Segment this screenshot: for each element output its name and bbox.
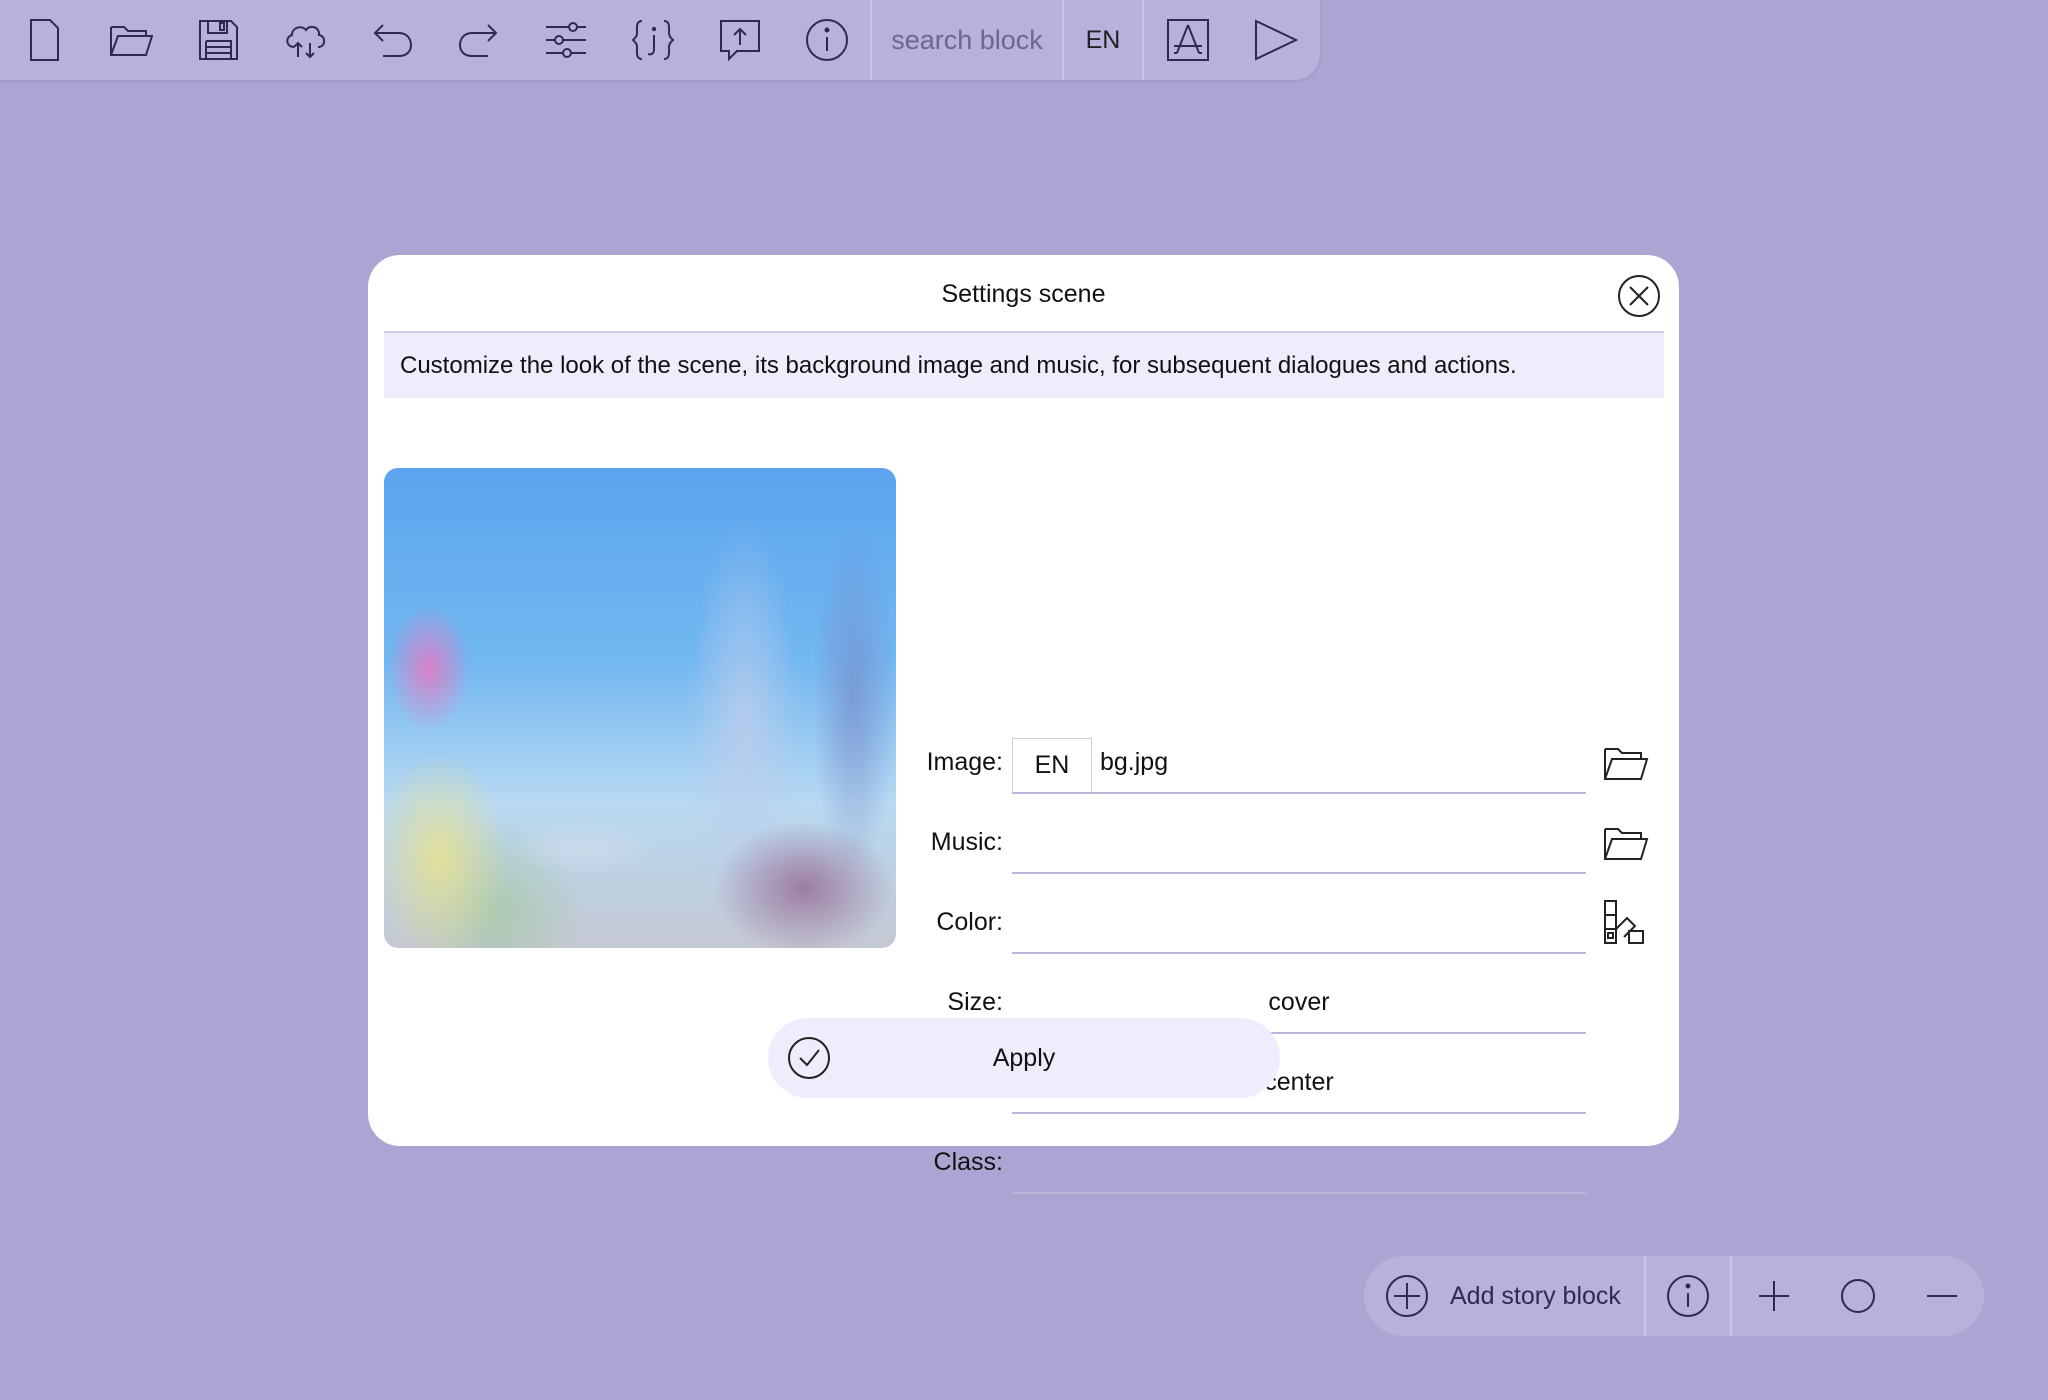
- dialog-title: Settings scene: [941, 279, 1106, 308]
- dialog-description: Customize the look of the scene, its bac…: [384, 331, 1664, 398]
- bottom-info-button[interactable]: [1646, 1256, 1730, 1336]
- play-button[interactable]: [1231, 0, 1318, 80]
- check-circle-icon: [786, 1035, 832, 1081]
- redo-button[interactable]: [435, 0, 522, 80]
- image-language-chip[interactable]: EN: [1012, 738, 1092, 794]
- class-field: [1012, 1132, 1586, 1194]
- cloud-sync-button[interactable]: [261, 0, 348, 80]
- top-toolbar: EN: [0, 0, 1320, 80]
- music-field: [1012, 812, 1586, 874]
- class-label: Class:: [933, 1147, 1003, 1176]
- cloud-sync-icon: [285, 25, 325, 59]
- json-button[interactable]: [609, 0, 696, 80]
- apply-button[interactable]: Apply: [768, 1018, 1280, 1098]
- color-field: [1012, 892, 1586, 954]
- close-icon: [1618, 275, 1660, 317]
- open-folder-icon: [109, 26, 153, 56]
- color-palette-icon: [1604, 900, 1644, 944]
- new-file-button[interactable]: [0, 0, 87, 80]
- close-button[interactable]: [1617, 274, 1661, 318]
- undo-icon: [373, 24, 412, 57]
- share-button[interactable]: [696, 0, 783, 80]
- zoom-out-button[interactable]: [1900, 1256, 1984, 1336]
- build-button[interactable]: [1144, 0, 1231, 80]
- settings-sliders-button[interactable]: [522, 0, 609, 80]
- color-row: Color:: [368, 882, 1679, 962]
- music-browse-button[interactable]: [1598, 816, 1652, 870]
- image-label: Image:: [926, 747, 1003, 776]
- share-upload-icon: [719, 20, 760, 62]
- save-icon: [198, 20, 238, 60]
- info-button[interactable]: [783, 0, 870, 80]
- zoom-reset-button[interactable]: [1816, 1256, 1900, 1336]
- info-icon: [1667, 1275, 1709, 1317]
- play-icon: [1254, 19, 1298, 61]
- settings-scene-dialog: Settings scene Customize the look of the…: [368, 255, 1679, 1194]
- music-input[interactable]: [1012, 812, 1586, 872]
- open-folder-icon: [1604, 748, 1649, 780]
- image-input[interactable]: [1092, 732, 1586, 792]
- plus-icon: [1759, 1281, 1789, 1311]
- apply-label: Apply: [992, 1043, 1056, 1072]
- image-browse-button[interactable]: [1598, 736, 1652, 790]
- image-row: Image: EN: [368, 722, 1679, 802]
- color-picker-button[interactable]: [1598, 896, 1652, 950]
- class-input[interactable]: [1012, 1132, 1586, 1192]
- minus-icon: [1927, 1295, 1957, 1297]
- json-braces-icon: [631, 20, 674, 60]
- info-icon: [805, 19, 848, 61]
- circle-icon: [1841, 1279, 1875, 1313]
- bottom-action-bar: Add story block: [1364, 1256, 1984, 1336]
- search-input[interactable]: [872, 0, 1062, 80]
- music-row: Music:: [368, 802, 1679, 882]
- music-label: Music:: [930, 827, 1003, 856]
- language-selector[interactable]: EN: [1064, 0, 1142, 80]
- open-file-button[interactable]: [87, 0, 174, 80]
- new-file-icon: [29, 19, 59, 61]
- plus-circle-icon: [1386, 1275, 1428, 1317]
- image-field: EN: [1012, 732, 1586, 794]
- save-button[interactable]: [174, 0, 261, 80]
- add-story-block-label: Add story block: [1450, 1281, 1621, 1310]
- color-label: Color:: [936, 907, 1003, 936]
- undo-button[interactable]: [348, 0, 435, 80]
- sliders-icon: [545, 22, 586, 58]
- color-input[interactable]: [1012, 892, 1586, 952]
- redo-icon: [458, 24, 497, 57]
- add-story-block-button[interactable]: Add story block: [1364, 1256, 1644, 1336]
- open-folder-icon: [1604, 828, 1649, 860]
- app-store-icon: [1166, 19, 1209, 61]
- class-row: Class:: [368, 1122, 1679, 1202]
- zoom-in-button[interactable]: [1732, 1256, 1816, 1336]
